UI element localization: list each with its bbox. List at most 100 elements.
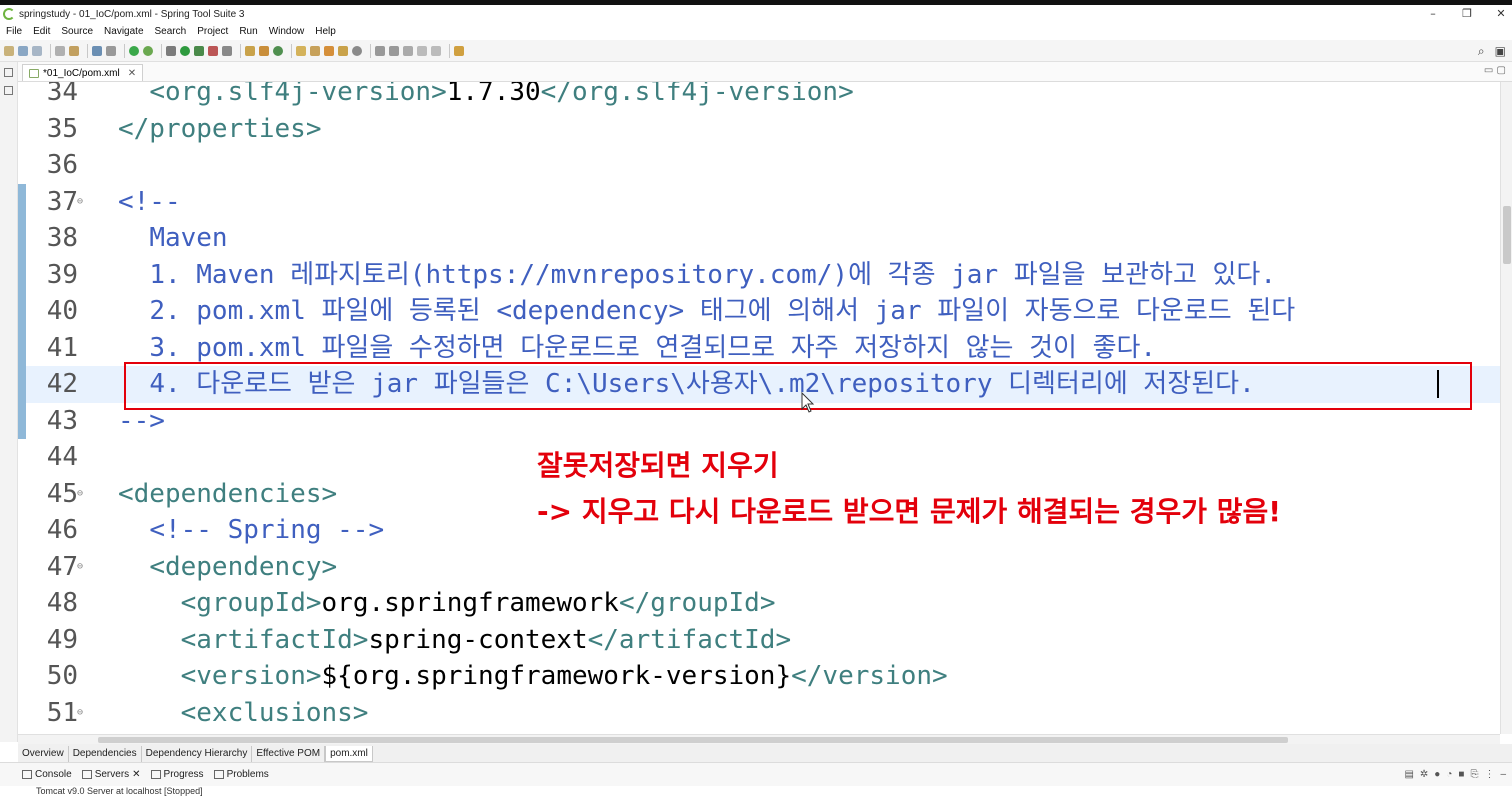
tab-progress[interactable]: Progress	[150, 769, 204, 780]
debug-icon[interactable]	[166, 45, 176, 56]
menu-project[interactable]: Project	[191, 26, 233, 37]
refresh-icon[interactable]	[143, 45, 153, 56]
code-line-49[interactable]: 49 <artifactId>spring-context</artifactI…	[18, 622, 1500, 659]
start-server-icon[interactable]: ●	[1434, 769, 1440, 780]
vertical-scrollbar[interactable]	[1500, 82, 1512, 734]
search-folder-icon[interactable]	[338, 45, 348, 56]
pen-icon[interactable]	[324, 45, 334, 56]
collapse-icon[interactable]: ▤	[1404, 769, 1413, 780]
code-line-41[interactable]: 41 3. pom.xml 파일을 수정하면 다운로드로 연결되므로 자주 저장…	[18, 330, 1500, 367]
code-line-48[interactable]: 48 <groupId>org.springframework</groupId…	[18, 585, 1500, 622]
code-line-51[interactable]: 51 ⊖ <exclusions>	[18, 695, 1500, 732]
horizontal-scrollbar[interactable]	[18, 734, 1500, 744]
minimize-icon[interactable]: –	[1500, 769, 1506, 780]
menu-edit[interactable]: Edit	[27, 26, 55, 37]
external-tools-icon[interactable]	[222, 45, 232, 56]
fold-toggle-icon[interactable]: ⊖	[77, 695, 83, 732]
view-menu-icon[interactable]: ⋮	[1484, 769, 1494, 780]
problems-icon	[213, 770, 224, 779]
tab-dependencies[interactable]: Dependencies	[69, 746, 142, 762]
code-line-39[interactable]: 39 1. Maven 레파지토리(https://mvnrepository.…	[18, 257, 1500, 294]
menu-source[interactable]: Source	[55, 26, 98, 37]
tab-console[interactable]: Console	[22, 769, 72, 780]
xml-file-icon	[29, 68, 39, 78]
code-line-38[interactable]: 38 Maven	[18, 220, 1500, 257]
minimize-maximize-icons[interactable]: ▭ ▢	[1484, 65, 1506, 76]
tab-console-label: Console	[35, 769, 72, 780]
print-icon[interactable]	[55, 45, 65, 56]
menu-run[interactable]: Run	[233, 26, 262, 37]
line-number: 36	[46, 150, 78, 180]
last-edit-icon[interactable]	[403, 45, 413, 56]
close-button[interactable]: ✕	[1486, 5, 1512, 23]
tab-overview[interactable]: Overview	[18, 746, 69, 762]
fold-toggle-icon[interactable]: ⊖	[77, 184, 83, 221]
fold-toggle-icon[interactable]: ⊖	[77, 476, 83, 513]
globe-icon[interactable]	[352, 45, 362, 56]
coverage-icon[interactable]	[194, 45, 204, 56]
close-icon[interactable]: ✕	[128, 68, 136, 79]
tab-effective-pom[interactable]: Effective POM	[252, 746, 326, 762]
publish-icon[interactable]: ⎘	[1470, 769, 1478, 780]
open-project-icon[interactable]	[310, 45, 320, 56]
tab-servers-label: Servers	[94, 769, 130, 780]
debug-server-icon[interactable]: ✲	[1420, 769, 1428, 780]
menu-window[interactable]: Window	[263, 26, 310, 37]
tab-servers[interactable]: Servers ✕	[81, 769, 141, 780]
menu-help[interactable]: Help	[309, 26, 341, 37]
change-indicator	[18, 183, 26, 439]
toolbar-right: ⌕ ▣	[1478, 40, 1506, 62]
open-folder-icon[interactable]	[296, 45, 306, 56]
back-icon[interactable]	[417, 45, 427, 56]
code-line-47[interactable]: 47 ⊖ <dependency>	[18, 549, 1500, 586]
code-line-40[interactable]: 40 2. pom.xml 파일에 등록된 <dependency> 태그에 의…	[18, 293, 1500, 330]
maximize-button[interactable]: ❐	[1452, 5, 1482, 23]
forward-icon[interactable]	[431, 45, 441, 56]
new-java-project-icon[interactable]	[245, 45, 255, 56]
tab-dependency-hierarchy[interactable]: Dependency Hierarchy	[142, 746, 253, 762]
stop-icon[interactable]	[208, 45, 218, 56]
new-package-icon[interactable]	[259, 45, 269, 56]
menu-search[interactable]: Search	[149, 26, 192, 37]
menu-file[interactable]: File	[0, 26, 27, 37]
open-type-icon[interactable]	[69, 45, 79, 56]
line-code: <!-- Spring -->	[149, 515, 385, 545]
save-all-icon[interactable]	[32, 45, 42, 56]
vertical-scroll-thumb[interactable]	[1503, 206, 1511, 264]
tab-pom-xml[interactable]: pom.xml	[325, 746, 373, 762]
horizontal-scroll-thumb[interactable]	[98, 737, 1288, 743]
server-entry[interactable]: Tomcat v9.0 Server at localhost [Stopped…	[0, 786, 1512, 797]
menu-navigate[interactable]: Navigate	[98, 26, 148, 37]
fold-toggle-icon[interactable]: ⊖	[77, 549, 83, 586]
code-line-35[interactable]: 35 </properties>	[18, 111, 1500, 148]
editor-tab-pom[interactable]: *01_IoC/pom.xml ✕	[22, 64, 144, 81]
next-annotation-icon[interactable]	[375, 45, 385, 56]
line-code: <version>${org.springframework-version}<…	[180, 661, 948, 691]
profile-server-icon[interactable]: ◔	[1446, 769, 1452, 780]
line-number: 37	[46, 186, 78, 217]
code-line-34[interactable]: 34 <org.slf4j-version>1.7.30</org.slf4j-…	[18, 82, 1500, 111]
run-icon[interactable]	[180, 45, 190, 56]
previous-annotation-icon[interactable]	[389, 45, 399, 56]
code-line-36[interactable]: 36	[18, 147, 1500, 184]
code-line-37[interactable]: 37 ⊖ <!--	[18, 184, 1500, 221]
new-icon[interactable]	[4, 45, 14, 56]
skip-breakpoints-icon[interactable]	[106, 45, 116, 56]
spring-boot-icon[interactable]	[129, 45, 139, 56]
line-code: <groupId>org.springframework</groupId>	[180, 588, 776, 618]
annotation-line-1: 잘못저장되면 지우기	[537, 449, 779, 482]
code-line-50[interactable]: 50 <version>${org.springframework-versio…	[18, 658, 1500, 695]
save-icon[interactable]	[18, 45, 28, 56]
tab-problems[interactable]: Problems	[213, 769, 269, 780]
close-icon[interactable]: ✕	[132, 769, 140, 780]
pin-editor-icon[interactable]	[454, 45, 464, 56]
new-class-icon[interactable]	[273, 45, 283, 56]
terminal-icon[interactable]	[92, 45, 102, 56]
stop-server-icon[interactable]: ■	[1458, 769, 1464, 780]
outline-icon[interactable]	[4, 86, 13, 95]
search-icon[interactable]: ⌕	[1478, 44, 1485, 59]
open-perspective-icon[interactable]: ▣	[1495, 44, 1506, 58]
minimize-button[interactable]: –	[1418, 5, 1448, 23]
package-explorer-icon[interactable]	[4, 68, 13, 77]
line-code: <!--	[118, 186, 181, 217]
